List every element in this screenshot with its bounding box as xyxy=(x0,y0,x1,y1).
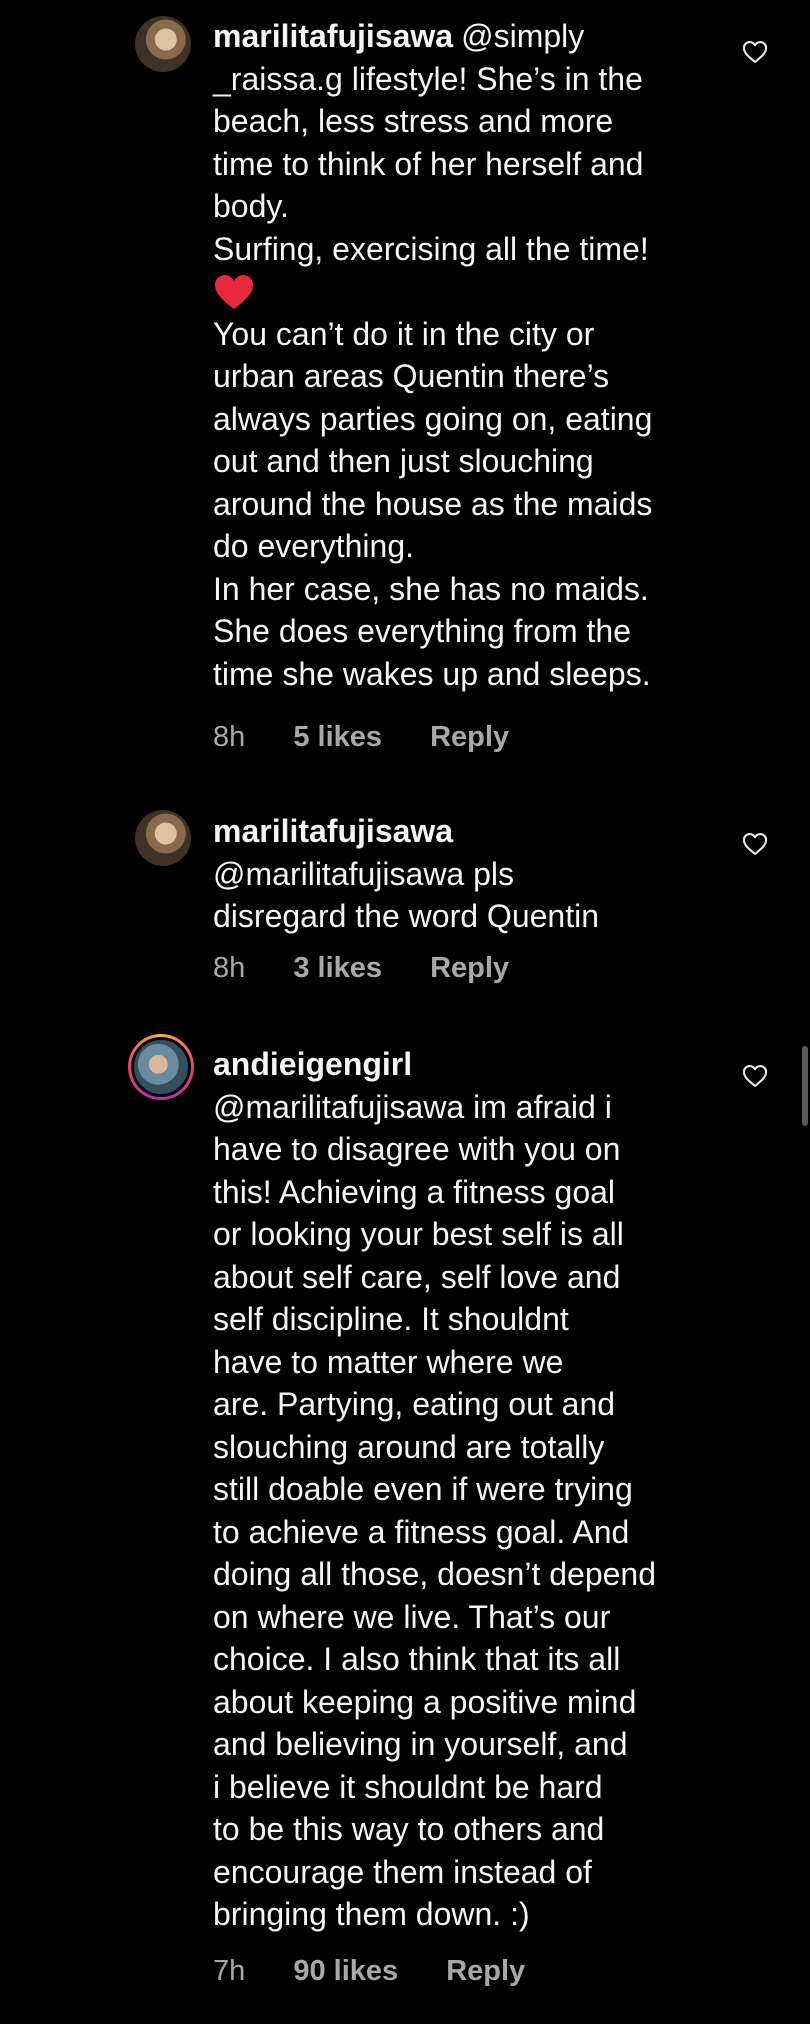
reply-button[interactable]: Reply xyxy=(446,1955,525,1988)
comment-text-line: disregard the word Quentin xyxy=(213,898,599,934)
comment-text-line: to achieve a fitness goal. And xyxy=(213,1513,630,1550)
avatar-marilitafujisawa[interactable] xyxy=(135,810,191,866)
comment-text-line: still doable even if were trying xyxy=(213,1471,633,1507)
comment-text-line: doing all those, doesn’t depend xyxy=(213,1556,657,1592)
comment-text-line: time she wakes up and sleeps. xyxy=(213,655,651,692)
comment-text-line: self discipline. It shouldnt xyxy=(213,1301,569,1337)
comment-text-line: this! Achieving a fitness goal xyxy=(213,1173,616,1210)
comment-time: 8h xyxy=(213,952,246,984)
comment-meta: 8h 5 likes Reply xyxy=(213,721,509,754)
reply-button[interactable]: Reply xyxy=(430,721,509,754)
username[interactable]: marilitafujisawa xyxy=(213,813,453,849)
comment-meta: 8h 3 likes Reply xyxy=(213,952,509,985)
username[interactable]: marilitafujisawa xyxy=(213,18,453,54)
comment-text-line: are. Partying, eating out and xyxy=(213,1386,616,1422)
comment-text-line: i believe it shouldnt be hard xyxy=(213,1768,603,1805)
comment-body: andieigengirl @marilitafujisawa im afrai… xyxy=(213,1043,733,1936)
comment-text-line: body. xyxy=(213,188,289,224)
heart-outline-icon[interactable] xyxy=(741,830,769,858)
likes-count[interactable]: 90 likes xyxy=(293,1955,398,1988)
comment-text-line: time to think of her herself and xyxy=(213,145,644,182)
comment-text-line: on where we live. That’s our xyxy=(213,1598,611,1635)
comment-body: marilitafujisawa @marilitafujisawa pls d… xyxy=(213,810,733,938)
comment-text-line: She does everything from the xyxy=(213,613,632,649)
comment-text-line: or looking your best self is all xyxy=(213,1216,624,1252)
comment-text-line: @marilitafujisawa pls xyxy=(213,855,515,892)
heart-outline-icon[interactable] xyxy=(741,1062,769,1090)
heart-outline-icon[interactable] xyxy=(741,38,769,66)
comment-text-line: have to matter where we xyxy=(213,1343,564,1380)
comment-time: 7h xyxy=(213,1955,246,1987)
comment-text-line: choice. I also think that its all xyxy=(213,1641,621,1677)
comment-text-line: around the house as the maids xyxy=(213,485,653,522)
comment-text-line: You can’t do it in the city or xyxy=(213,315,595,352)
reply-button[interactable]: Reply xyxy=(430,952,509,985)
comment-text-line: encourage them instead of xyxy=(213,1853,592,1890)
comment-text-line: slouching around are totally xyxy=(213,1428,605,1465)
likes-count[interactable]: 5 likes xyxy=(293,721,382,754)
comment-text: @simply xyxy=(461,18,585,54)
comment-text-line: _raissa.g lifestyle! She’s in the xyxy=(213,60,643,97)
comment-text-line: Surfing, exercising all the time! xyxy=(213,230,649,267)
comment-text-line: marilitafujisawa @simply xyxy=(213,15,733,58)
comment-meta: 7h 90 likes Reply xyxy=(213,1955,525,1988)
comment-text-line: @marilitafujisawa im afraid i xyxy=(213,1088,612,1125)
comment-text-line: always parties going on, eating xyxy=(213,400,653,437)
avatar-marilitafujisawa[interactable] xyxy=(135,16,191,72)
comment-text-line: have to disagree with you on xyxy=(213,1131,621,1167)
avatar-andieigengirl[interactable] xyxy=(128,1034,194,1100)
comment-text-line: urban areas Quentin there’s xyxy=(213,358,610,394)
comment-body: marilitafujisawa @simply _raissa.g lifest… xyxy=(213,15,733,695)
comment-text-line: beach, less stress and more xyxy=(213,103,614,139)
comment-text-line: to be this way to others and xyxy=(213,1811,605,1847)
comment-text-line: about keeping a positive mind xyxy=(213,1683,637,1720)
comment-text-line: marilitafujisawa xyxy=(213,810,733,853)
username[interactable]: andieigengirl xyxy=(213,1046,412,1082)
comment-text-line: and believing in yourself, and xyxy=(213,1726,628,1762)
comment-text-line: out and then just slouching xyxy=(213,443,594,479)
scrollbar-thumb[interactable] xyxy=(802,1046,808,1126)
likes-count[interactable]: 3 likes xyxy=(293,952,382,985)
comment-text-line: andieigengirl xyxy=(213,1043,733,1086)
comment-time: 8h xyxy=(213,721,246,753)
comment-text-line: In her case, she has no maids. xyxy=(213,570,649,607)
comment-text-line: bringing them down. :) xyxy=(213,1896,530,1932)
comment-text-line: about self care, self love and xyxy=(213,1258,621,1295)
comment-text-line: do everything. xyxy=(213,528,415,564)
avatar-photo xyxy=(131,1037,191,1097)
red-heart-emoji-icon xyxy=(213,270,733,313)
